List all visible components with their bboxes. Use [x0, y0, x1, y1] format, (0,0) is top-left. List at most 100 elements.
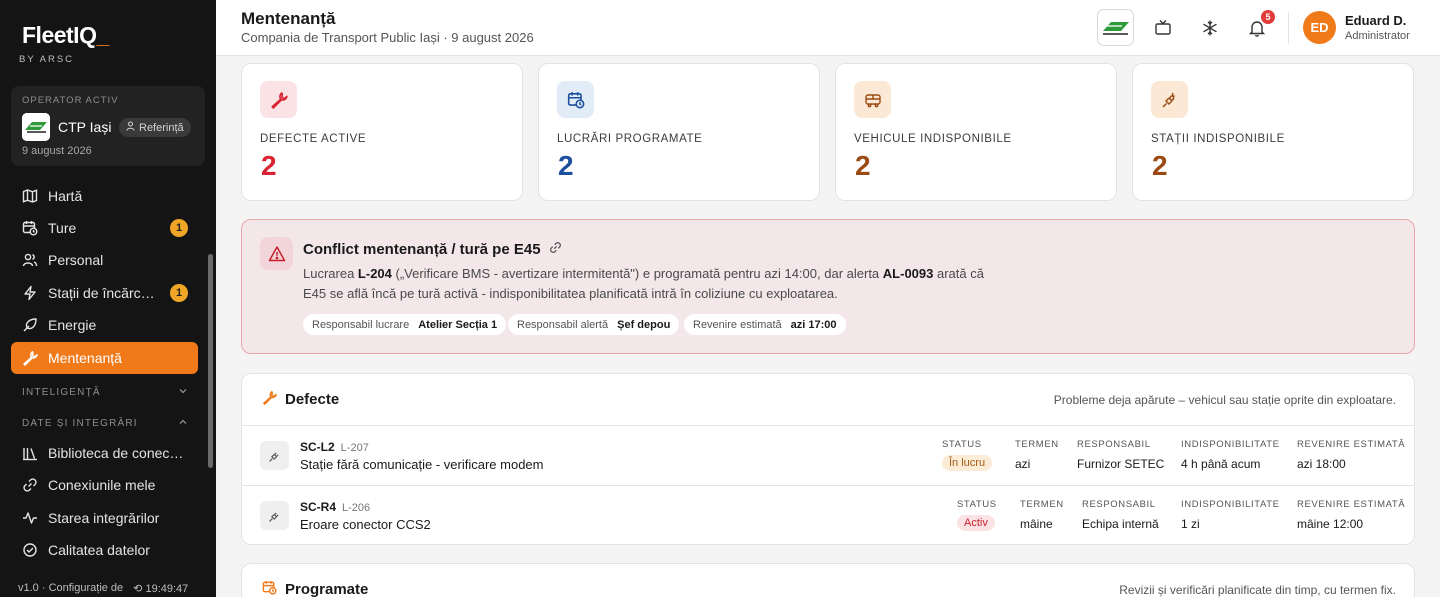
sidebar-item-my-connections[interactable]: Conexiunile mele	[11, 469, 198, 501]
row-ref: L-206	[342, 502, 371, 514]
sidebar-item-label: Ture	[48, 220, 77, 236]
stat-label: DEFECTE ACTIVE	[260, 133, 367, 145]
cell-value: 1 zi	[1181, 517, 1200, 531]
defects-description: Probleme deja apărute – vehicul sau staț…	[1053, 393, 1396, 407]
status-cell: STATUS Activ	[957, 499, 997, 531]
tv-icon[interactable]	[1152, 17, 1174, 39]
operator-date: 9 august 2026	[22, 145, 92, 157]
row-description: Eroare conector CCS2	[300, 517, 431, 532]
sidebar-scrollbar[interactable]	[208, 254, 213, 468]
header-divider	[1288, 12, 1289, 44]
status-badge: Activ	[957, 515, 995, 531]
row-code: SC-R4 L-206	[300, 500, 371, 514]
bolt-icon	[21, 284, 39, 302]
calendar-clock-icon	[21, 219, 39, 237]
work-id[interactable]: L-204	[358, 266, 392, 281]
eta-cell: REVENIRE ESTIMATĂ mâine 12:00	[1297, 499, 1405, 531]
sidebar-item-label: Personal	[48, 252, 104, 268]
sidebar-item-label: Stații de încărc…	[48, 285, 155, 301]
sidebar-item-label: Biblioteca de conec…	[48, 445, 184, 461]
stat-card-unavailable-vehicles[interactable]: VEHICULE INDISPONIBILE 2	[835, 63, 1117, 201]
stat-card-scheduled-works[interactable]: LUCRĂRI PROGRAMATE 2	[538, 63, 820, 201]
alert-id[interactable]: AL-0093	[883, 266, 934, 281]
scheduled-title: Programate	[262, 580, 368, 597]
user-name[interactable]: Eduard D.	[1345, 13, 1406, 28]
operator-logo-button[interactable]	[1097, 9, 1134, 46]
app-logo[interactable]: FleetIQ_	[22, 22, 109, 49]
wrench-icon	[21, 349, 39, 367]
row-code: SC-L2 L-207	[300, 440, 369, 454]
defects-panel: Defecte Probleme deja apărute – vehicul …	[241, 373, 1415, 545]
owner-cell: RESPONSABIL Echipa internă	[1082, 499, 1159, 531]
sync-time-value: 19:49:47	[145, 583, 189, 595]
page-title: Mentenanță	[241, 9, 336, 28]
stat-label: VEHICULE INDISPONIBILE	[854, 133, 1012, 145]
people-icon	[21, 251, 39, 269]
plug-icon	[260, 441, 289, 470]
wrench-icon	[262, 390, 277, 409]
stat-card-active-defects[interactable]: DEFECTE ACTIVE 2	[241, 63, 523, 201]
section-label: INTELIGENȚĂ	[22, 387, 101, 398]
warning-icon	[260, 237, 293, 270]
wrench-icon	[260, 81, 297, 118]
chip-key: Responsabil alertă	[517, 318, 609, 331]
column-header: RESPONSABIL	[1082, 499, 1156, 510]
section-intelligence[interactable]: INTELIGENȚĂ	[22, 386, 188, 399]
column-header: RESPONSABIL	[1077, 439, 1151, 450]
cell-value: azi	[1015, 457, 1031, 471]
sidebar-item-maintenance[interactable]: Mentenanță	[11, 342, 198, 374]
app-byline: BY ARSC	[19, 54, 75, 65]
row-ref: L-207	[340, 442, 369, 454]
column-header: REVENIRE ESTIMATĂ	[1297, 499, 1406, 510]
chevron-down-icon	[178, 386, 188, 399]
term-cell: TERMEN mâine	[1020, 499, 1064, 531]
sidebar-item-data-quality[interactable]: Calitatea datelor	[11, 534, 198, 566]
chip-estimated-return: Revenire estimată azi 17:00	[684, 314, 846, 335]
conflict-alert: Conflict mentenanță / tură pe E45 Lucrar…	[241, 219, 1415, 354]
stat-card-unavailable-stations[interactable]: STAȚII INDISPONIBILE 2	[1132, 63, 1414, 201]
sidebar-item-charging-stations[interactable]: Stații de încărc… 1	[11, 277, 198, 309]
leaf-icon	[21, 316, 39, 334]
conflict-title: Conflict mentenanță / tură pe E45	[303, 241, 562, 258]
sidebar-item-map[interactable]: Hartă	[11, 180, 198, 212]
sidebar-footer: v1.0 · Configurație de ⟲ 19:49:47	[18, 582, 188, 595]
snowflake-icon[interactable]	[1199, 17, 1221, 39]
table-row[interactable]: SC-R4 L-206 Eroare conector CCS2 STATUS A…	[242, 485, 1414, 545]
chip-key: Responsabil lucrare	[312, 318, 410, 331]
plug-icon	[1151, 81, 1188, 118]
chip-value: Șef depou	[617, 318, 671, 331]
link-icon	[21, 476, 39, 494]
defects-title: Defecte	[262, 390, 339, 409]
sidebar-item-integration-status[interactable]: Starea integrărilor	[11, 502, 198, 534]
avatar[interactable]: ED	[1303, 11, 1336, 44]
table-row[interactable]: SC-L2 L-207 Stație fără comunicație - ver…	[242, 425, 1414, 485]
cell-value: mâine	[1020, 517, 1053, 531]
sidebar-item-personnel[interactable]: Personal	[11, 244, 198, 276]
quality-icon	[21, 541, 39, 559]
sidebar-item-label: Energie	[48, 317, 97, 333]
calendar-clock-icon	[557, 81, 594, 118]
plug-icon	[260, 501, 289, 530]
chip-key: Revenire estimată	[693, 318, 782, 331]
section-label: DATE ȘI INTEGRĂRI	[22, 418, 138, 429]
sidebar-item-label: Starea integrărilor	[48, 510, 160, 526]
sidebar-item-shifts[interactable]: Ture 1	[11, 212, 198, 244]
eta-cell: REVENIRE ESTIMATĂ azi 18:00	[1297, 439, 1405, 471]
sidebar-item-energy[interactable]: Energie	[11, 309, 198, 341]
status-badge: În lucru	[942, 455, 993, 471]
page-subtitle: Compania de Transport Public Iași · 9 au…	[241, 30, 534, 45]
link-icon[interactable]	[549, 241, 562, 258]
operator-card[interactable]: OPERATOR ACTIV CTP Iași Referință 9 augu…	[11, 86, 205, 166]
reference-badge: Referință	[119, 118, 191, 137]
notification-count-badge: 5	[1261, 10, 1275, 24]
section-data-integrations[interactable]: DATE ȘI INTEGRĂRI	[22, 417, 188, 430]
conflict-title-text: Conflict mentenanță / tură pe E45	[303, 241, 541, 258]
sidebar-item-connector-library[interactable]: Biblioteca de conec…	[11, 437, 198, 469]
row-description: Stație fără comunicație - verificare mod…	[300, 457, 544, 472]
sidebar: FleetIQ_ BY ARSC OPERATOR ACTIV CTP Iași…	[0, 0, 216, 597]
term-cell: TERMEN azi	[1015, 439, 1059, 471]
column-header: TERMEN	[1020, 499, 1064, 510]
chip-value: Atelier Secția 1	[418, 318, 498, 331]
unavailability-cell: INDISPONIBILITATE 4 h până acum	[1181, 439, 1280, 471]
stations-count-badge: 1	[170, 284, 188, 302]
